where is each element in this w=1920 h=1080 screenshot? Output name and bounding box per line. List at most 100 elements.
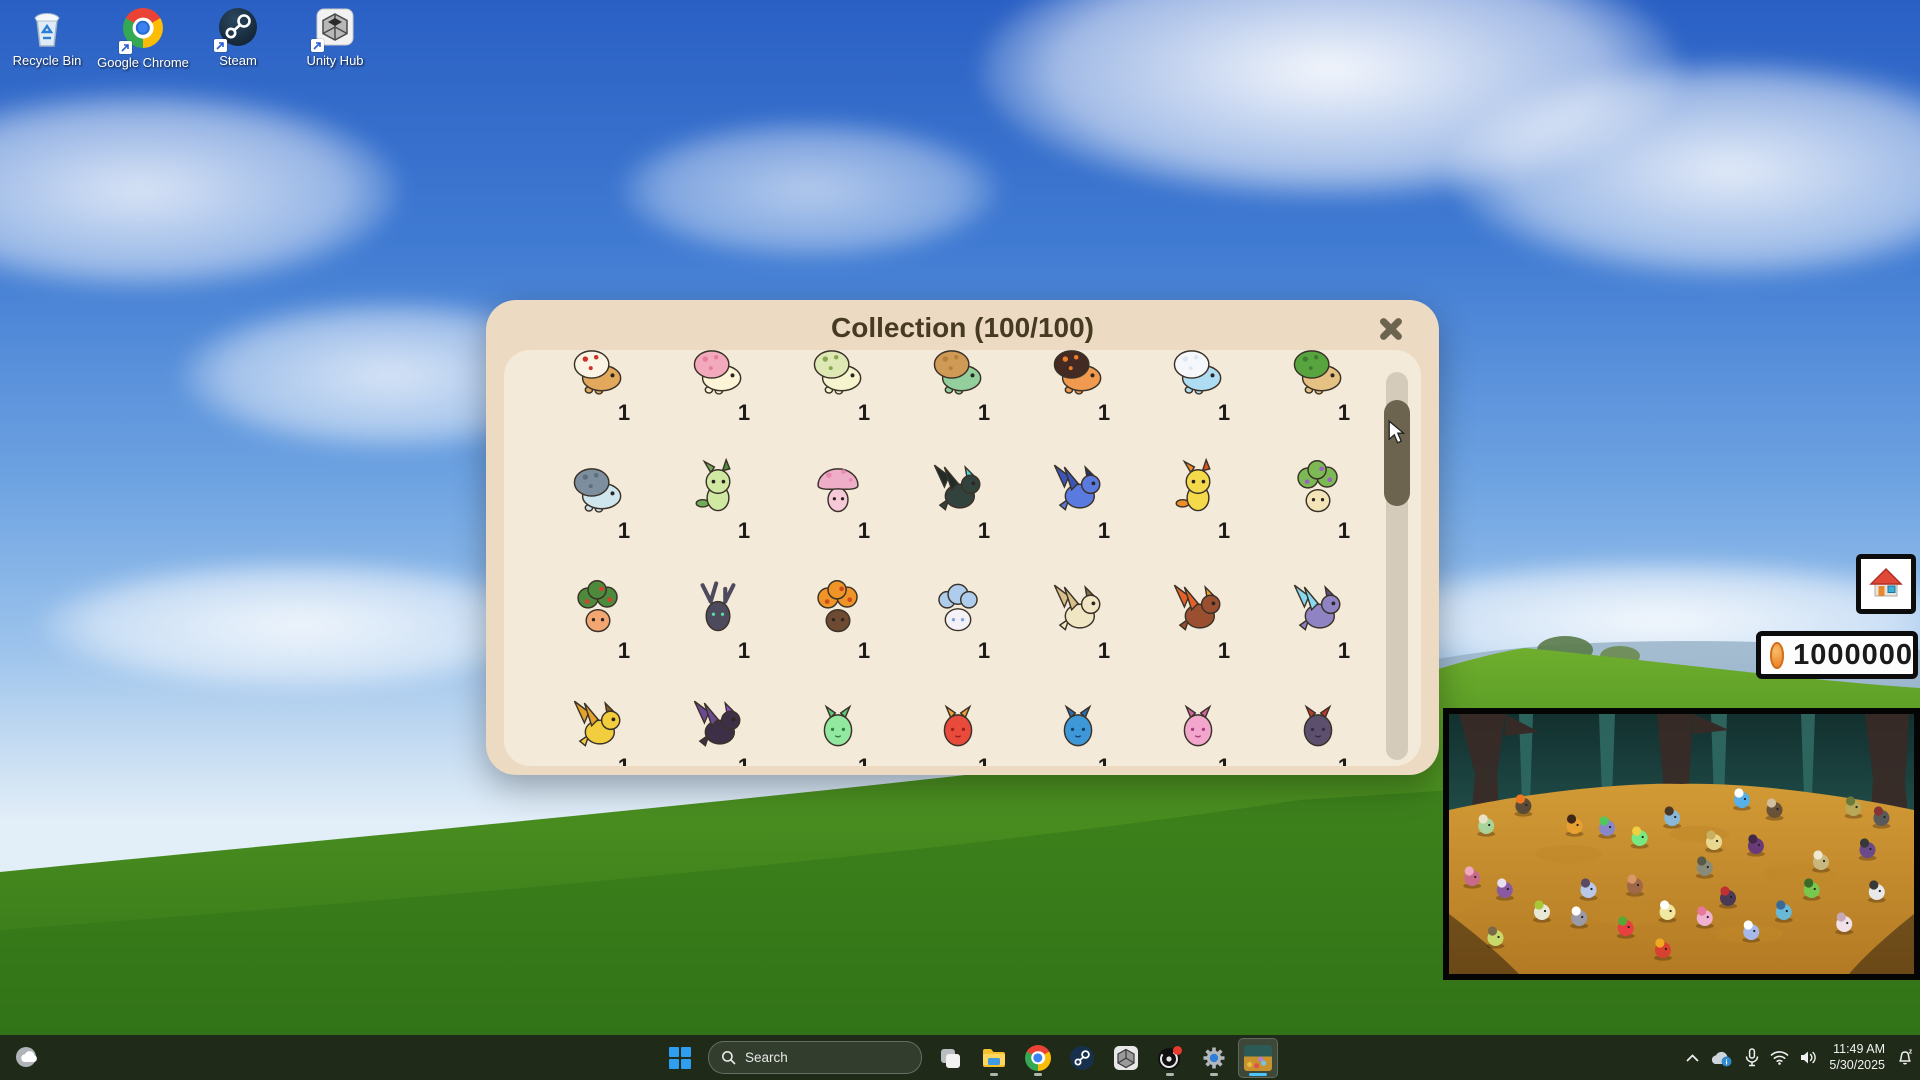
autumn-tree-sprite — [809, 578, 867, 636]
home-button[interactable] — [1856, 554, 1916, 614]
collection-cell-blue-dragon[interactable]: 1 — [1018, 454, 1138, 566]
creature-count: 1 — [724, 754, 764, 766]
file-explorer-icon — [981, 1045, 1007, 1071]
notification-bell-icon[interactable]: z — [1896, 1048, 1914, 1067]
collection-cell-autumn-tree[interactable]: 1 — [778, 574, 898, 686]
collection-cell-flower-bush-sprite[interactable]: 1 — [1258, 454, 1378, 566]
running-indicator — [1210, 1073, 1218, 1076]
collection-cell-raincloud-pony[interactable]: 1 — [898, 574, 1018, 686]
collection-grid: 1 1 1 1 1 1 1 — [504, 350, 1421, 766]
cloud-shell-turtle-sprite — [1169, 350, 1227, 398]
collection-cell-ember-dragon[interactable]: 1 — [1138, 574, 1258, 686]
house-icon — [1867, 565, 1905, 603]
ember-dragon-sprite — [1169, 578, 1227, 636]
taskbar: Search i — [0, 1035, 1920, 1080]
collection-cell-dead-tree[interactable]: 1 — [658, 574, 778, 686]
start-button[interactable] — [660, 1038, 700, 1078]
microphone-icon[interactable] — [1745, 1048, 1759, 1067]
taskbar-app-file-explorer[interactable] — [974, 1038, 1014, 1078]
game-window-icon — [1244, 1045, 1272, 1071]
taskbar-clock[interactable]: 11:49 AM 5/30/2025 — [1829, 1042, 1885, 1073]
collection-cell-flame-sprite[interactable]: 1 — [1138, 454, 1258, 566]
game-thumbnail — [1244, 1045, 1272, 1071]
collection-cell-lava-shell-turtle[interactable]: 1 — [1018, 350, 1138, 448]
desktop-icon-steam[interactable]: Steam — [191, 6, 285, 68]
dark-dragon-sprite — [929, 458, 987, 516]
collection-cell-orchard-tree[interactable]: 1 — [538, 574, 658, 686]
collection-cell-strawberry-shell-turtle[interactable]: 1 — [658, 350, 778, 448]
creature-count: 1 — [724, 400, 764, 426]
collection-cell-storm-dragon[interactable]: 1 — [1258, 574, 1378, 686]
coin-counter: 1000000 — [1756, 631, 1918, 679]
bread-shell-turtle-sprite — [929, 350, 987, 398]
taskbar-app-task-view[interactable] — [930, 1038, 970, 1078]
collection-cell-bread-shell-turtle[interactable]: 1 — [898, 350, 1018, 448]
pistachio-shell-turtle-sprite — [809, 350, 867, 398]
search-input[interactable]: Search — [708, 1041, 922, 1074]
collection-cell-fawn-dragon[interactable]: 1 — [1018, 574, 1138, 686]
task-view-icon — [938, 1046, 962, 1070]
collection-cell-pistachio-shell-turtle[interactable]: 1 — [778, 350, 898, 448]
desktop-icon-unity-hub[interactable]: Unity Hub — [288, 6, 382, 68]
chrome-icon — [1025, 1045, 1051, 1071]
desktop-icon-google-chrome[interactable]: Google Chrome — [96, 6, 190, 70]
wifi-icon[interactable] — [1770, 1050, 1789, 1065]
creature-count: 1 — [964, 754, 1004, 766]
desktop-icon-label: Google Chrome — [96, 55, 190, 70]
widgets-weather-icon[interactable] — [10, 1041, 44, 1075]
creature-count: 1 — [724, 518, 764, 544]
bow-slime-sprite — [1169, 694, 1227, 752]
creature-count: 1 — [1324, 400, 1364, 426]
collection-cell-rock-beetle[interactable]: 1 — [538, 454, 658, 566]
system-tray: i 11:49 — [1686, 1035, 1914, 1080]
collection-cell-imp-slime[interactable]: 1 — [1258, 690, 1378, 766]
taskbar-app-steam[interactable] — [1062, 1038, 1102, 1078]
collection-cell-water-slime[interactable]: 1 — [1018, 690, 1138, 766]
collection-cell-green-slime[interactable]: 1 — [778, 690, 898, 766]
hidden-icons-chevron-icon[interactable] — [1686, 1054, 1699, 1062]
obs-icon — [1157, 1045, 1183, 1071]
collection-cell-leaf-sprite[interactable]: 1 — [658, 454, 778, 566]
chrome-icon — [121, 8, 165, 52]
taskbar-app-chrome[interactable] — [1018, 1038, 1058, 1078]
running-indicator — [1166, 1073, 1174, 1076]
creature-count: 1 — [604, 400, 644, 426]
gold-dragon-sprite — [569, 694, 627, 752]
creature-count: 1 — [604, 638, 644, 664]
scrollbar-thumb[interactable] — [1384, 400, 1410, 506]
collection-cell-cloud-shell-turtle[interactable]: 1 — [1138, 350, 1258, 448]
search-icon — [721, 1050, 736, 1065]
running-indicator — [1249, 1073, 1267, 1076]
desktop-icon-recycle-bin[interactable]: Recycle Bin — [0, 6, 94, 68]
taskbar-app-unity[interactable] — [1106, 1038, 1146, 1078]
shortcut-arrow-icon — [311, 39, 324, 52]
taskbar-app-settings[interactable] — [1194, 1038, 1234, 1078]
creature-count: 1 — [724, 638, 764, 664]
creature-count: 1 — [1084, 518, 1124, 544]
mushroom-fairy-sprite — [809, 458, 867, 516]
settings-icon — [1201, 1045, 1227, 1071]
onedrive-cloud-icon[interactable]: i — [1710, 1049, 1734, 1067]
collection-cell-dark-dragon[interactable]: 1 — [898, 454, 1018, 566]
collection-cell-mushroom-fairy[interactable]: 1 — [778, 454, 898, 566]
bat-dragon-sprite — [689, 694, 747, 752]
steam-icon — [1069, 1045, 1095, 1071]
creature-count: 1 — [844, 754, 884, 766]
leaf-sprite-sprite — [689, 458, 747, 516]
game-preview-window[interactable] — [1443, 708, 1920, 980]
svg-text:z: z — [1909, 1049, 1913, 1056]
creature-count: 1 — [1084, 400, 1124, 426]
collection-cell-gold-dragon[interactable]: 1 — [538, 690, 658, 766]
taskbar-app-game-window[interactable] — [1238, 1038, 1278, 1078]
collection-cell-bat-dragon[interactable]: 1 — [658, 690, 778, 766]
desktop-icon-label: Steam — [191, 53, 285, 68]
raincloud-pony-sprite — [929, 578, 987, 636]
collection-cell-pie-shell-turtle[interactable]: 1 — [538, 350, 658, 448]
close-icon[interactable] — [1372, 310, 1410, 348]
taskbar-app-obs[interactable] — [1150, 1038, 1190, 1078]
collection-cell-melon-shell-turtle[interactable]: 1 — [1258, 350, 1378, 448]
dialog-title: Collection (100/100) — [486, 312, 1439, 344]
speaker-icon[interactable] — [1800, 1050, 1818, 1065]
collection-cell-bow-slime[interactable]: 1 — [1138, 690, 1258, 766]
collection-cell-fire-slime[interactable]: 1 — [898, 690, 1018, 766]
